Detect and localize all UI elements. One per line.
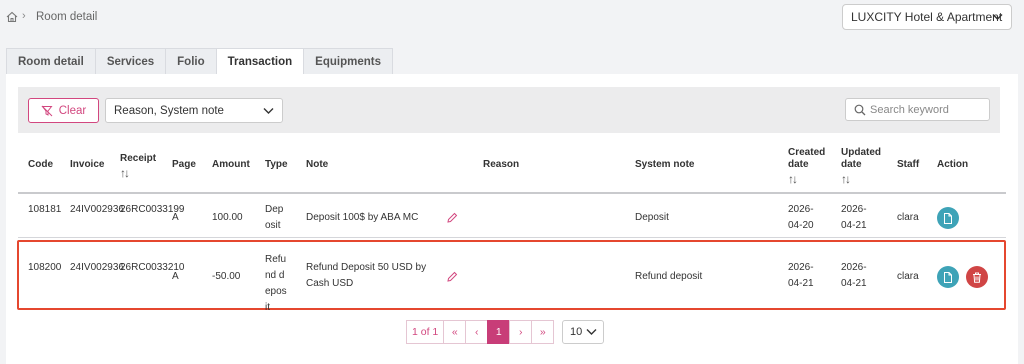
cell-receipt: 26RC0033199 [120,204,185,215]
filter-clear-icon [41,105,53,116]
cell-amount: -50.00 [212,271,241,282]
sort-icon: ↑↓ [788,172,798,186]
edit-note-icon[interactable] [446,212,458,224]
cell-staff: clara [897,212,919,223]
first-page-button[interactable]: « [443,320,467,344]
header-receipt-label: Receipt [120,153,157,164]
filter-field-value: Reason, System note [114,104,224,117]
cell-note: Deposit 100$ by ABA MC [306,212,419,223]
cell-staff: clara [897,271,919,282]
page-size-value: 10 [570,326,583,338]
cell-receipt: 26RC0033210 [120,262,185,273]
cell-code: 108200 [28,262,62,273]
view-document-button[interactable] [937,266,959,288]
cell-created-date: 2026-04-21 [788,262,814,289]
search-box [845,98,990,121]
cell-note: Refund Deposit 50 USD by Cash USD [306,262,427,289]
document-icon [944,271,952,283]
cell-system-note: Refund deposit [635,271,703,282]
chevron-right-icon: › [22,10,26,22]
clear-label: Clear [58,104,87,117]
chevron-down-icon [992,14,1003,20]
tab-room-detail[interactable]: Room detail [6,48,96,74]
document-icon [944,212,952,224]
cell-invoice: 24IV002936 [70,262,124,273]
sort-icon: ↑↓ [841,172,851,186]
transaction-panel: Clear Reason, System note Code Invoice R… [6,74,1018,364]
header-created-label: Created date [788,147,826,170]
pagination: 1 of 1 « ‹ 1 › » [406,320,555,344]
home-icon[interactable] [6,11,18,23]
last-page-button[interactable]: » [531,320,555,344]
cell-system-note: Deposit [635,212,669,223]
breadcrumb-current: Room detail [36,11,98,23]
hotel-select[interactable]: LUXCITY Hotel & Apartment [842,4,1012,30]
cell-type: Deposit [265,204,284,231]
header-staff: Staff [897,159,920,170]
cell-created-date: 2026-04-20 [788,204,814,231]
chevron-down-icon [586,329,597,335]
header-system-note: System note [635,159,695,170]
header-note: Note [306,159,329,170]
header-type: Type [265,159,288,170]
header-updated-label: Updated date [841,147,881,170]
header-created-date[interactable]: Created date ↑↓ [788,147,828,185]
page-info: 1 of 1 [406,320,445,344]
cell-updated-date: 2026-04-21 [841,204,867,231]
tab-transaction[interactable]: Transaction [215,48,305,74]
cell-amount: 100.00 [212,212,243,223]
edit-note-icon[interactable] [446,271,458,283]
header-divider [18,192,1006,194]
header-page: Page [172,159,196,170]
page-size-select[interactable]: 10 [562,320,604,344]
sort-icon: ↑↓ [120,166,130,180]
delete-button[interactable] [966,266,988,288]
page-number-button[interactable]: 1 [487,320,511,344]
header-code: Code [28,159,53,170]
tab-folio[interactable]: Folio [165,48,217,74]
header-invoice: Invoice [70,159,105,170]
tab-services[interactable]: Services [94,48,167,74]
tab-bar: Room detail Services Folio Transaction E… [6,48,393,74]
header-receipt[interactable]: Receipt ↑↓ [120,153,156,179]
header-updated-date[interactable]: Updated date ↑↓ [841,147,881,185]
row-divider [18,237,1006,238]
next-page-button[interactable]: › [509,320,533,344]
header-action: Action [937,159,969,170]
search-input[interactable] [870,103,980,116]
chevron-down-icon [263,108,274,114]
search-icon [854,104,866,116]
clear-filter-button[interactable]: Clear [28,98,99,123]
prev-page-button[interactable]: ‹ [465,320,489,344]
cell-type: Refund deposit [265,254,287,313]
tab-equipments[interactable]: Equipments [303,48,393,74]
header-reason: Reason [483,159,520,170]
header-amount: Amount [212,159,250,170]
cell-updated-date: 2026-04-21 [841,262,867,289]
cell-page: A [172,212,179,223]
filter-toolbar: Clear Reason, System note [18,87,1000,133]
trash-icon [973,272,981,283]
filter-field-select[interactable]: Reason, System note [105,98,283,123]
top-bar: › Room detail LUXCITY Hotel & Apartment [0,0,1024,36]
view-document-button[interactable] [937,207,959,229]
cell-invoice: 24IV002936 [70,204,124,215]
hotel-select-value: LUXCITY Hotel & Apartment [851,10,1003,24]
cell-page: A [172,271,179,282]
cell-code: 108181 [28,204,62,215]
